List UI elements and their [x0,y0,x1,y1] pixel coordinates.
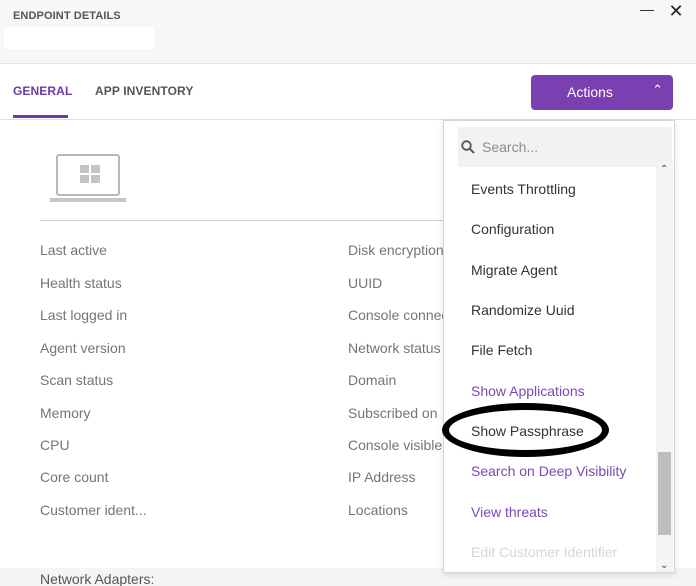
scrollbar-thumb[interactable] [658,452,671,535]
detail-label: Domain [348,372,397,388]
dialog-header: ENDPOINT DETAILS — ✕ [0,0,696,64]
menu-item-edit-customer-identifier: Edit Customer Identifier [471,544,618,560]
detail-label: Health status [40,275,122,291]
windows-laptop-icon [50,154,126,202]
detail-label: IP Address [348,469,416,485]
dialog-title: ENDPOINT DETAILS [13,10,121,22]
content-divider [40,220,446,221]
close-button[interactable]: ✕ [667,2,685,20]
detail-label: Scan status [40,372,114,388]
menu-item-randomize-uuid[interactable]: Randomize Uuid [471,302,575,318]
menu-item-show-applications[interactable]: Show Applications [471,383,585,399]
tab-general[interactable]: GENERAL [13,84,72,98]
minimize-button[interactable]: — [638,0,656,18]
menu-item-file-fetch[interactable]: File Fetch [471,342,532,358]
search-icon [461,140,475,154]
detail-label: Last logged in [40,307,128,323]
detail-label: Disk encryption [348,242,444,258]
scroll-down-arrow-icon[interactable]: ⌄ [660,560,668,571]
detail-label: Customer ident... [40,502,147,518]
menu-item-show-passphrase[interactable]: Show Passphrase [471,423,584,439]
actions-button-label: Actions [567,84,613,100]
menu-item-migrate-agent[interactable]: Migrate Agent [471,262,557,278]
detail-label: Agent version [40,340,126,356]
detail-label: UUID [348,275,383,291]
detail-label: Console connec [348,307,449,323]
active-tab-indicator [13,115,68,118]
dropdown-search-box [458,127,672,167]
detail-label: Network status [348,340,441,356]
detail-label: Subscribed on [348,405,438,421]
menu-item-view-threats[interactable]: View threats [471,504,548,520]
chevron-up-icon: ⌃ [652,82,663,97]
tab-bar: GENERAL APP INVENTORY Actions ⌃ [0,64,696,120]
detail-label: Console visible [348,437,443,453]
detail-label: Last active [40,242,107,258]
network-adapters-label: Network Adapters: [40,571,155,586]
actions-button[interactable]: Actions ⌃ [531,75,673,110]
detail-label: Core count [40,469,109,485]
tab-app-inventory[interactable]: APP INVENTORY [95,84,193,98]
detail-label: Memory [40,405,91,421]
redacted-hostname [4,27,154,49]
detail-label: CPU [40,437,70,453]
detail-label: Locations [348,502,408,518]
scroll-up-arrow-icon[interactable]: ⌃ [660,164,668,175]
menu-item-events-throttling[interactable]: Events Throttling [471,181,576,197]
actions-dropdown-menu: Events Throttling Configuration Migrate … [443,120,675,573]
dropdown-scrollbar[interactable]: ⌃ ⌄ [656,162,673,572]
dropdown-search-input[interactable] [482,134,662,160]
menu-item-configuration[interactable]: Configuration [471,221,554,237]
menu-item-search-deep-visibility[interactable]: Search on Deep Visibility [471,463,626,479]
windows-logo-icon [80,165,100,183]
